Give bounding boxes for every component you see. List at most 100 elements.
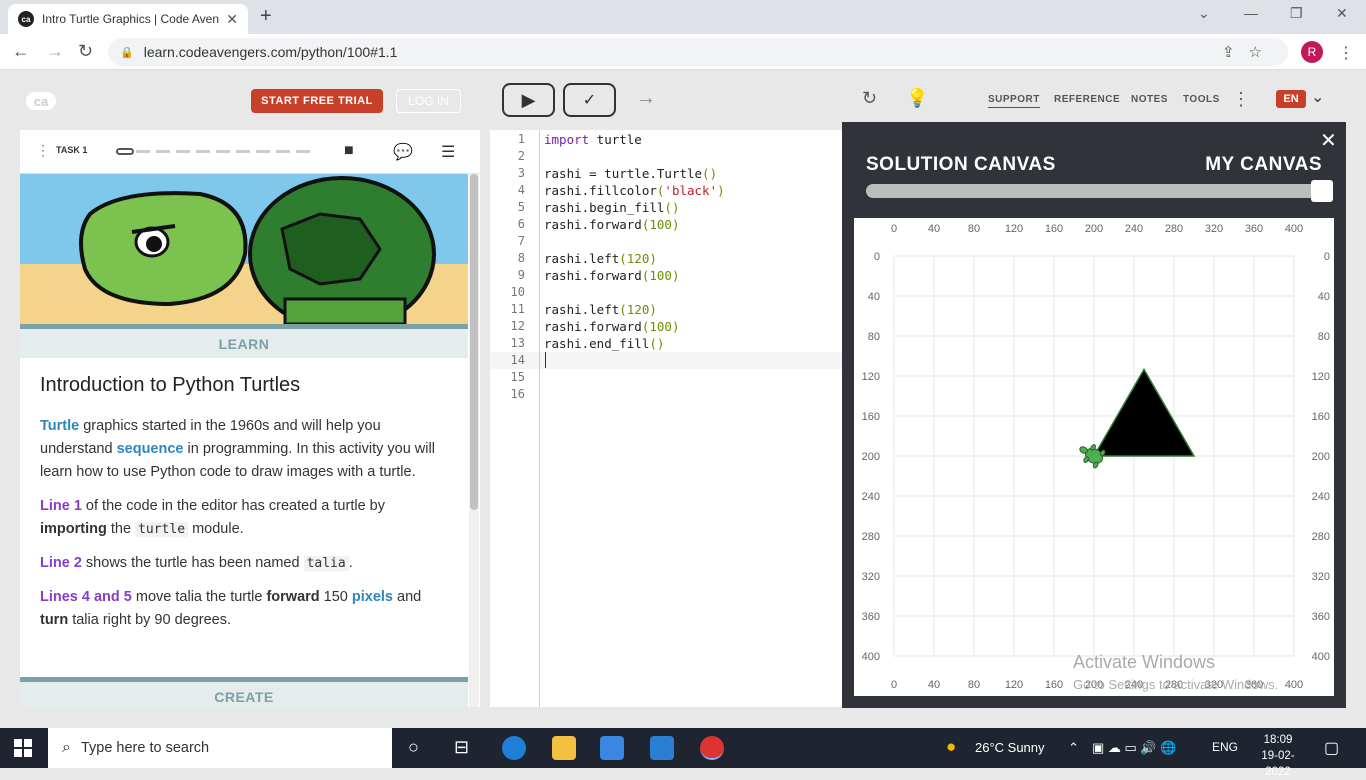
- line-ref-2[interactable]: Line 2: [40, 555, 82, 571]
- lesson-paragraph-4: Lines 4 and 5 move talia the turtle forw…: [40, 586, 450, 632]
- next-arrow-icon[interactable]: →: [636, 87, 656, 110]
- text: the: [106, 521, 136, 537]
- close-window-icon[interactable]: ✕: [1336, 5, 1348, 22]
- nav-support[interactable]: SUPPORT: [988, 94, 1040, 108]
- nav-tools[interactable]: TOOLS: [1183, 94, 1220, 105]
- clock[interactable]: 18:09 19-02-2022: [1252, 732, 1304, 780]
- term-sequence[interactable]: sequence: [117, 441, 184, 457]
- browser-tab[interactable]: ca Intro Turtle Graphics | Code Aven ✕: [8, 4, 248, 34]
- tray-chevron-icon[interactable]: ⌃: [1068, 740, 1079, 756]
- nav-reference[interactable]: REFERENCE: [1054, 94, 1120, 105]
- hint-lightbulb-icon[interactable]: 💡: [906, 88, 928, 109]
- code-line[interactable]: rashi.left(120): [544, 301, 657, 318]
- mail-icon[interactable]: [650, 736, 674, 760]
- code-line[interactable]: rashi.begin_fill(): [544, 199, 679, 216]
- file-explorer-icon[interactable]: [552, 736, 576, 760]
- text: move talia the turtle: [131, 589, 267, 605]
- y-tick-label-left: 320: [862, 571, 880, 583]
- text: shows the turtle has been named: [81, 555, 304, 571]
- term-pixels[interactable]: pixels: [352, 589, 393, 605]
- login-button[interactable]: LOG IN: [396, 89, 461, 113]
- line-number: 4: [517, 183, 525, 197]
- system-tray-icons[interactable]: ▣ ☁ ▭ 🔊 🌐: [1092, 740, 1176, 756]
- scrollbar-thumb[interactable]: [470, 174, 478, 510]
- notifications-icon[interactable]: ▢: [1324, 738, 1339, 758]
- code-line[interactable]: rashi.end_fill(): [544, 335, 664, 352]
- new-tab-button[interactable]: +: [260, 5, 272, 28]
- code-line[interactable]: rashi.left(120): [544, 250, 657, 267]
- code-editor[interactable]: 1 2 3 4 5 6 7 8 9 10 11 12 13 14 15 16 import turtle ras…: [490, 130, 842, 707]
- windows-start-icon[interactable]: [14, 739, 32, 757]
- share-bookmark-icons[interactable]: ⇪☆: [1222, 43, 1276, 61]
- code-token: (100): [641, 319, 680, 334]
- close-icon[interactable]: ✕: [1320, 128, 1337, 153]
- language-badge[interactable]: EN: [1276, 90, 1306, 108]
- minimize-window-icon[interactable]: —: [1244, 5, 1258, 21]
- start-free-trial-button[interactable]: START FREE TRIAL: [251, 89, 383, 113]
- code-token: (100): [641, 217, 680, 232]
- tab-search-icon[interactable]: ⌄: [1198, 5, 1210, 22]
- code-line[interactable]: rashi = turtle.Turtle(): [544, 165, 717, 182]
- address-bar-row: ← → ↻ 🔒 learn.codeavengers.com/python/10…: [0, 34, 1366, 70]
- lesson-scrollbar[interactable]: [469, 174, 479, 707]
- forward-arrow-icon[interactable]: →: [46, 41, 64, 62]
- solution-canvas-tab[interactable]: SOLUTION CANVAS: [866, 154, 1056, 176]
- task-menu-icon[interactable]: ⋮: [36, 142, 50, 159]
- code-line[interactable]: rashi.forward(100): [544, 318, 679, 335]
- weather-text[interactable]: 26°C Sunny: [975, 740, 1045, 755]
- notes-icon[interactable]: ☰: [441, 142, 455, 162]
- url-field[interactable]: 🔒 learn.codeavengers.com/python/100#1.1 …: [108, 38, 1288, 66]
- reset-icon[interactable]: ↻: [862, 88, 877, 109]
- run-button[interactable]: ▶: [502, 83, 555, 117]
- profile-avatar[interactable]: R: [1301, 41, 1323, 63]
- create-section-header[interactable]: CREATE: [20, 677, 468, 707]
- lesson-panel: ⋮ TASK 1 ■ 💬 ☰ LEARN Introduction to Pyt…: [20, 130, 480, 707]
- store-icon[interactable]: [600, 736, 624, 760]
- restore-window-icon[interactable]: ❐: [1290, 5, 1303, 22]
- text: module.: [188, 521, 244, 537]
- turtle-canvas[interactable]: 0 0 0 0 40 40 40 40 80 80 80 80 120 120 120 120 160 160 16…: [854, 218, 1334, 696]
- line-ref-4-5[interactable]: Lines 4 and 5: [40, 589, 132, 605]
- turtle-banner-image: [20, 174, 468, 324]
- check-button[interactable]: ✓: [563, 83, 616, 117]
- lesson-content: Introduction to Python Turtles Turtle gr…: [40, 366, 450, 643]
- task-progress[interactable]: [116, 148, 314, 155]
- code-line[interactable]: rashi.forward(100): [544, 216, 679, 233]
- close-tab-icon[interactable]: ✕: [226, 11, 238, 28]
- line-number: 13: [510, 336, 525, 350]
- clock-date: 19-02-2022: [1261, 750, 1295, 778]
- codeavengers-logo[interactable]: ca: [26, 92, 56, 110]
- y-tick-label-right: 400: [1312, 651, 1330, 663]
- drawn-triangle: [1092, 367, 1196, 457]
- canvas-slider[interactable]: [866, 180, 1333, 202]
- video-icon[interactable]: ■: [344, 142, 354, 160]
- code-line[interactable]: rashi.forward(100): [544, 267, 679, 284]
- my-canvas-tab[interactable]: MY CANVAS: [1205, 154, 1322, 176]
- reload-icon[interactable]: ↻: [78, 41, 93, 62]
- back-arrow-icon[interactable]: ←: [12, 41, 30, 62]
- term-turtle[interactable]: Turtle: [40, 418, 79, 434]
- slider-knob[interactable]: [1311, 180, 1333, 202]
- x-tick-label-top: 360: [1245, 223, 1263, 235]
- chevron-down-icon[interactable]: ⌄: [1311, 87, 1324, 107]
- cortana-icon[interactable]: ○: [408, 737, 419, 758]
- line-ref-1[interactable]: Line 1: [40, 498, 82, 514]
- code-line[interactable]: rashi.fillcolor('black'): [544, 182, 725, 199]
- code-talia: talia: [303, 556, 349, 571]
- chrome-icon[interactable]: [700, 736, 724, 760]
- taskbar-search[interactable]: ⌕ Type here to search: [48, 728, 392, 768]
- x-tick-label-top: 400: [1285, 223, 1303, 235]
- browser-menu-icon[interactable]: ⋮: [1338, 43, 1354, 63]
- bold-turn: turn: [40, 612, 69, 628]
- nav-notes[interactable]: NOTES: [1131, 94, 1168, 105]
- line-number: 6: [517, 217, 525, 231]
- chat-icon[interactable]: 💬: [393, 142, 413, 162]
- lesson-paragraph-3: Line 2 shows the turtle has been named t…: [40, 552, 450, 575]
- more-menu-icon[interactable]: ⋮: [1232, 89, 1250, 110]
- task-view-icon[interactable]: ⊟: [454, 737, 469, 758]
- language-indicator[interactable]: ENG: [1212, 740, 1238, 754]
- code-token: (): [664, 200, 680, 215]
- code-line[interactable]: import turtle: [544, 131, 642, 148]
- y-tick-label-left: 40: [868, 291, 880, 303]
- edge-icon[interactable]: [502, 736, 526, 760]
